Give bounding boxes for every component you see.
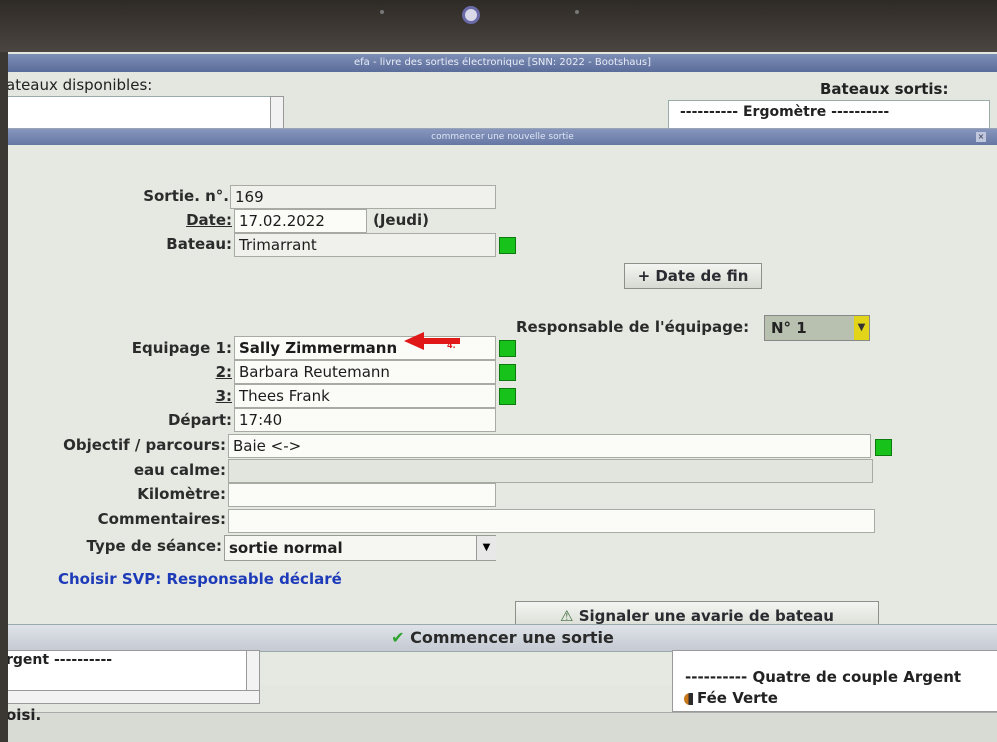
destination-ok-indicator [875, 439, 892, 456]
checkmark-icon: ✔ [391, 628, 405, 647]
responsable-label: Responsable de l'équipage: [516, 318, 750, 336]
end-date-button[interactable]: + Date de fin [624, 263, 762, 289]
session-type-dropdown[interactable]: sortie normal [224, 535, 496, 561]
destination-field[interactable]: Baie <-> [228, 434, 871, 458]
chevron-down-icon[interactable]: ▼ [854, 316, 869, 340]
boats-out-group-header-bottom: ---------- Quatre de couple Argent [685, 668, 962, 686]
crew2-label: 2: [8, 363, 232, 381]
destination-label: Objectif / parcours: [63, 436, 226, 454]
monitor-bezel [0, 0, 997, 52]
date-label-text: Date: [186, 211, 232, 229]
session-type-label: Type de séance: [86, 537, 222, 555]
dialog-titlebar: commencer une nouvelle sortie [8, 129, 997, 145]
start-trip-label: Commencer une sortie [410, 628, 614, 647]
boat-label: Bateau: [166, 235, 232, 253]
crew3-field[interactable]: Thees Frank [234, 384, 496, 408]
date-field[interactable]: 17.02.2022 [234, 209, 367, 233]
crew1-ok-indicator [499, 340, 516, 357]
chevron-down-icon[interactable]: ▼ [476, 536, 496, 560]
crew3-ok-indicator [499, 388, 516, 405]
annotation-arrow-icon [404, 332, 460, 350]
boats-out-group-header: ---------- Ergomètre ---------- [680, 104, 890, 120]
kilometer-label: Kilomètre: [137, 485, 226, 503]
calm-water-label: eau calme: [133, 461, 226, 479]
departure-label: Départ: [167, 411, 232, 429]
available-boats-title: ateaux disponibles: [8, 76, 153, 94]
boat-status-icon [684, 692, 693, 705]
crew3-label: 3: [8, 387, 232, 405]
bezel-dot [575, 10, 579, 14]
boat-out-item-label: Fée Verte [697, 689, 778, 707]
crew2-field[interactable]: Barbara Reutemann [234, 360, 496, 384]
crew2-ok-indicator [499, 364, 516, 381]
close-icon[interactable]: × [976, 132, 986, 142]
start-trip-button[interactable]: ✔ Commencer une sortie [8, 624, 997, 652]
crew1-label: Equipage 1: [131, 339, 232, 357]
boat-ok-indicator [499, 237, 516, 254]
comments-field[interactable] [228, 509, 875, 533]
boat-out-item[interactable]: Fée Verte [684, 689, 778, 707]
boat-field[interactable]: Trimarrant [234, 233, 496, 257]
boats-out-title: Bateaux sortis: [820, 80, 949, 98]
new-trip-dialog: commencer une nouvelle sortie × Sortie. … [8, 128, 997, 685]
calm-water-field [228, 459, 873, 483]
screen: efa - livre des sorties électronique [SN… [8, 52, 997, 742]
bezel-dot [380, 10, 384, 14]
webcam-icon [462, 6, 480, 24]
status-bar [8, 712, 997, 742]
damage-icon: ⚠ [560, 607, 574, 625]
status-text: oisi. [8, 706, 42, 724]
departure-field[interactable]: 17:40 [234, 408, 496, 432]
main-window-titlebar: efa - livre des sorties électronique [SN… [8, 54, 997, 72]
annotation-number: 4. [447, 341, 456, 350]
kilometer-field[interactable] [228, 483, 496, 507]
horizontal-scrollbar[interactable] [8, 690, 260, 704]
sortie-number-field[interactable]: 169 [230, 185, 496, 209]
crew2-label-text: 2: [215, 363, 232, 381]
report-damage-label: Signaler une avarie de bateau [578, 607, 834, 625]
available-group-header: rgent ---------- [8, 652, 113, 668]
choose-responsible-hint: Choisir SVP: Responsable déclaré [58, 570, 342, 588]
sortie-number-label: Sortie. n°.: [143, 187, 235, 205]
date-label: Date: [8, 211, 232, 229]
crew3-label-text: 3: [215, 387, 232, 405]
comments-label: Commentaires: [97, 510, 226, 528]
weekday-text: (Jeudi) [373, 211, 430, 229]
